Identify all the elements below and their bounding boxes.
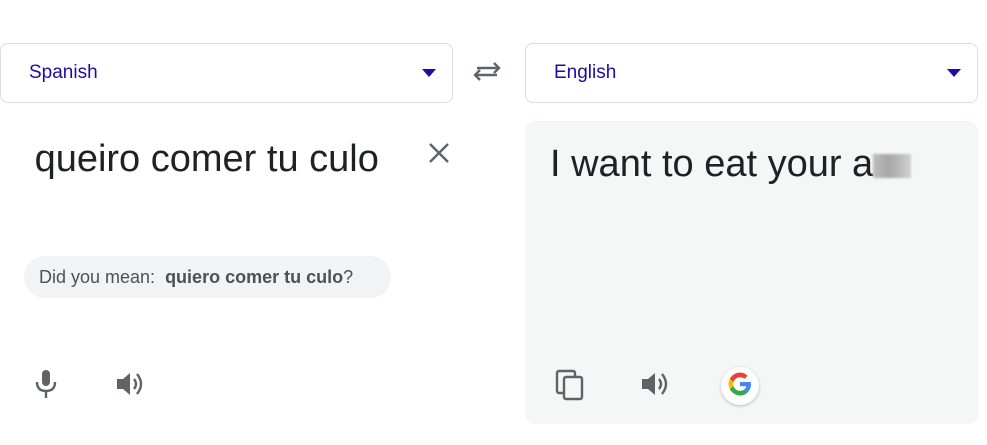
target-language-label: English xyxy=(554,62,617,83)
copy-icon xyxy=(555,369,585,406)
google-logo-icon xyxy=(727,371,753,402)
swap-languages-button[interactable] xyxy=(471,58,503,90)
swap-languages-icon xyxy=(473,61,501,87)
source-text-input[interactable]: queiro comer tu culo xyxy=(24,132,404,186)
suggestion-question-mark: ? xyxy=(343,266,354,287)
source-language-label: Spanish xyxy=(29,62,98,83)
microphone-icon xyxy=(35,369,57,404)
source-language-select[interactable]: Spanish xyxy=(0,43,453,103)
target-language-select[interactable]: English xyxy=(525,43,978,103)
censor-blur xyxy=(873,154,912,178)
clear-source-button[interactable] xyxy=(424,140,454,170)
speaker-icon xyxy=(640,371,670,402)
listen-source-button[interactable] xyxy=(108,364,152,408)
did-you-mean-chip[interactable]: Did you mean: quiero comer tu culo ? xyxy=(24,256,391,298)
caret-down-icon xyxy=(947,69,961,77)
speaker-icon xyxy=(115,371,145,402)
close-icon xyxy=(428,142,450,169)
suggested-text[interactable]: quiero comer tu culo xyxy=(165,267,343,288)
google-search-button[interactable] xyxy=(721,367,759,405)
translation-output: I want to eat your a xyxy=(550,139,912,189)
translation-text: I want to eat your a xyxy=(550,143,874,185)
caret-down-icon xyxy=(422,69,436,77)
translation-panel: I want to eat your a xyxy=(525,121,978,424)
did-you-mean-label: Did you mean: xyxy=(39,266,156,287)
copy-translation-button[interactable] xyxy=(548,365,592,409)
listen-translation-button[interactable] xyxy=(633,364,677,408)
microphone-button[interactable] xyxy=(24,364,68,408)
